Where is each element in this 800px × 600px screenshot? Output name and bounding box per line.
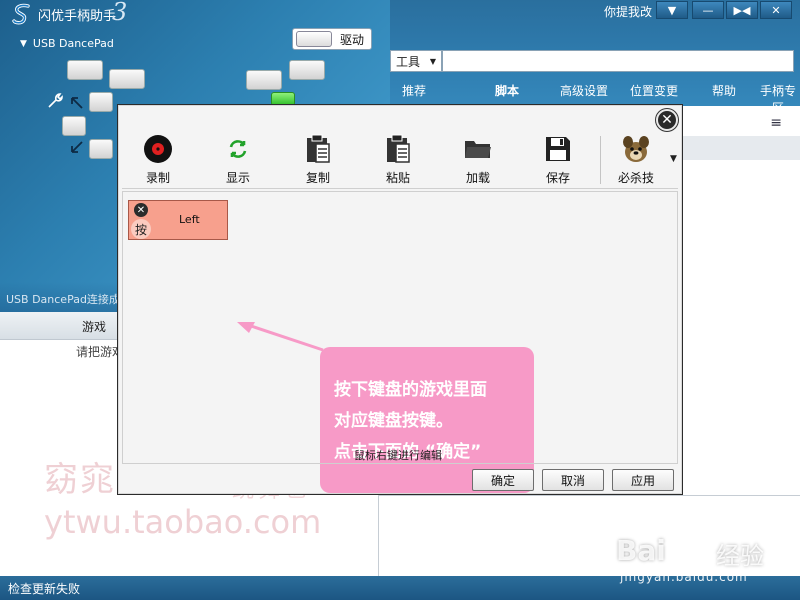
apply-button[interactable]: 应用 [612, 469, 674, 491]
save-button[interactable]: 保存 [528, 134, 588, 186]
key-action-block[interactable]: ✕ 按 Left [128, 200, 228, 240]
baidu-url: jingyan.baidu.com [620, 570, 748, 584]
device-name: USB DancePad [32, 37, 114, 50]
app-title: 闪优手柄助手 [38, 9, 117, 24]
dog-mascot-icon [620, 134, 652, 164]
main-window: 闪优手柄助手 3 你提我改 ▼ — ▶◀ ✕ ▼ USB DancePad 驱动… [0, 0, 800, 600]
script-canvas[interactable]: ✕ 按 Left 按下键盘的游戏里面 对应键盘按键。 点击下面的 “确定” [122, 191, 678, 493]
paste-button[interactable]: 粘贴 [368, 134, 428, 186]
driver-toggle-button[interactable]: 驱动 [292, 28, 372, 50]
tool-dropdown[interactable]: 工具 ▼ [390, 50, 442, 72]
show-label: 显示 [225, 171, 250, 185]
search-input[interactable] [442, 50, 794, 72]
tab-recommend[interactable]: 推荐 [390, 82, 438, 102]
device-status-text: USB DancePad连接成功 [6, 293, 131, 306]
feedback-link[interactable]: 你提我改 [604, 3, 652, 20]
key-press-type-badge: 按 [131, 219, 151, 239]
refresh-arrows-icon [222, 134, 254, 164]
window-compact-button[interactable]: ▶◀ [726, 1, 758, 19]
game-column-label[interactable]: 游戏 [82, 318, 106, 335]
dialog-footer: 确定 取消 应用 [122, 463, 678, 492]
pad-button[interactable] [109, 69, 145, 89]
record-button[interactable]: 录制 [128, 134, 188, 186]
shop-watermark-url: ytwu.taobao.com [44, 503, 322, 541]
pad-button[interactable] [89, 92, 113, 112]
toolbar-separator [600, 136, 601, 184]
pad-button[interactable] [62, 116, 86, 136]
record-disc-icon [142, 134, 174, 164]
device-tree-item[interactable]: ▼ USB DancePad [20, 37, 114, 50]
app-logo-icon [12, 3, 30, 25]
key-value: Left [179, 213, 200, 226]
window-close-button[interactable]: ✕ [760, 1, 792, 19]
wrench-icon[interactable] [46, 92, 64, 110]
pad-button[interactable] [246, 70, 282, 90]
copy-label: 复制 [305, 171, 330, 185]
driver-toggle-label: 驱动 [340, 32, 365, 47]
tab-advanced[interactable]: 高级设置 [552, 82, 616, 102]
tab-help[interactable]: 帮助 [692, 82, 756, 102]
more-tools-arrow-icon[interactable]: ▼ [670, 154, 677, 164]
record-label: 录制 [145, 171, 170, 185]
floppy-disk-icon [542, 134, 574, 164]
remove-block-icon[interactable]: ✕ [134, 203, 148, 217]
load-label: 加载 [465, 171, 490, 185]
pad-button[interactable] [289, 60, 325, 80]
copy-button[interactable]: 复制 [288, 134, 348, 186]
version-mark: 3 [112, 0, 128, 26]
load-button[interactable]: 加载 [448, 134, 508, 186]
ok-button[interactable]: 确定 [472, 469, 534, 491]
clipboard-paste-icon [382, 134, 414, 164]
baidu-brand: Bai [616, 534, 666, 567]
clipboard-copy-icon [302, 134, 334, 164]
baidu-paw-icon: ✿ [672, 510, 706, 556]
folder-open-icon [462, 134, 494, 164]
script-editor-dialog: ✕ 录制 显示 复制 粘贴 加载 保存 必杀技 ▼ ✕ 按 Left 按下键盘的… [117, 104, 683, 495]
dialog-toolbar: 录制 显示 复制 粘贴 加载 保存 必杀技 ▼ [122, 132, 678, 189]
main-tabs: 推荐 脚本 高级设置 位置变更 帮助 手柄专区 [390, 82, 800, 115]
save-label: 保存 [545, 171, 570, 185]
special-move-button[interactable]: 必杀技 [606, 134, 666, 186]
callout-line-1: 按下键盘的游戏里面 [334, 380, 487, 400]
paste-label: 粘贴 [385, 171, 410, 185]
baidu-watermark: Bai ✿ 经验 jingyan.baidu.com [616, 510, 796, 592]
arrow-up-left-icon [71, 97, 83, 109]
callout-line-2: 对应键盘按键。 [334, 411, 453, 431]
special-move-label: 必杀技 [617, 171, 654, 185]
dialog-close-button[interactable]: ✕ [656, 109, 678, 131]
status-message: 检查更新失败 [8, 582, 81, 596]
arrow-down-left-icon [71, 141, 83, 153]
show-button[interactable]: 显示 [208, 134, 268, 186]
dropdown-arrow-icon: ▼ [429, 56, 436, 66]
collapse-triangle-icon[interactable]: ▼ [20, 39, 27, 49]
pad-button[interactable] [89, 139, 113, 159]
edit-hint: 鼠标右键进行编辑 [354, 449, 442, 462]
tab-position[interactable]: 位置变更 [616, 82, 692, 102]
window-menu-button[interactable]: ▼ [656, 1, 688, 19]
baidu-sub: 经验 [716, 542, 764, 570]
tab-gamepad[interactable]: 手柄专区 [756, 82, 800, 115]
callout-arrow-icon [237, 322, 324, 352]
tool-dropdown-label: 工具 [396, 54, 421, 69]
list-view-icon[interactable]: ≡ [770, 115, 782, 131]
driver-toggle-knob [296, 31, 332, 47]
tab-script[interactable]: 脚本 [462, 82, 552, 102]
cancel-button[interactable]: 取消 [542, 469, 604, 491]
pad-button[interactable] [67, 60, 103, 80]
window-minimize-button[interactable]: — [692, 1, 724, 19]
